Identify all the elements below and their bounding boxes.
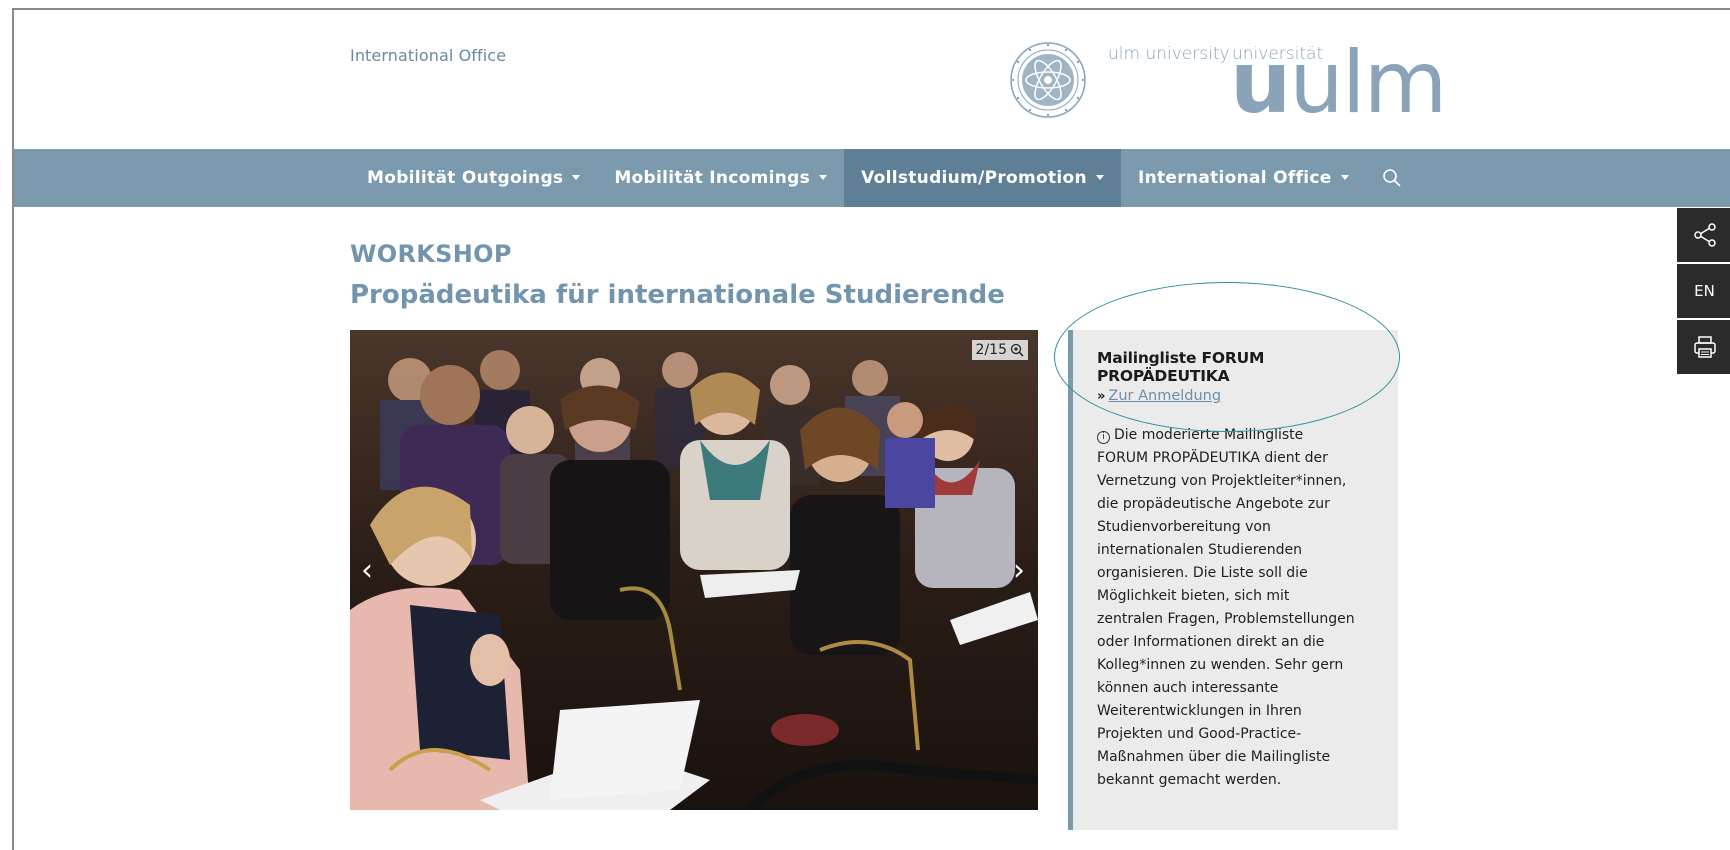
infobox-description: i Die moderierte Mailingliste FORUM PROPÄ…	[1097, 424, 1357, 792]
infobox-title: Mailingliste FORUM PROPÄDEUTIKA	[1097, 349, 1265, 385]
caret-down-icon	[1340, 174, 1349, 180]
slide-counter-text: 2/15	[975, 342, 1007, 358]
zoom-in-icon	[1010, 343, 1024, 357]
print-icon	[1693, 336, 1716, 358]
share-button[interactable]	[1677, 208, 1730, 264]
info-icon: i	[1097, 431, 1110, 444]
infobox-link-row: » Zur Anmeldung	[1097, 388, 1221, 404]
search-icon	[1382, 169, 1401, 187]
slider-next-button[interactable]: ›	[1004, 552, 1034, 588]
caret-down-icon	[1095, 174, 1104, 180]
side-toolbar: EN	[1677, 208, 1730, 376]
share-icon	[1693, 223, 1716, 247]
double-chevron-right-icon: »	[1097, 388, 1106, 404]
print-button[interactable]	[1677, 320, 1730, 376]
workshop-photo	[350, 330, 1038, 810]
university-seal-icon	[1010, 42, 1086, 118]
nav-item-label: Mobilität Outgoings	[367, 168, 564, 188]
nav-item-mobilitaet-outgoings[interactable]: Mobilität Outgoings	[350, 149, 597, 207]
chevron-right-icon: ›	[1013, 552, 1025, 588]
logo-mark-rest: ulm	[1289, 33, 1447, 133]
nav-item-international-office[interactable]: International Office	[1121, 149, 1366, 207]
mailinglist-infobox: Mailingliste FORUM PROPÄDEUTIKA » Zur An…	[1068, 330, 1398, 830]
international-office-link[interactable]: International Office	[350, 46, 506, 65]
caret-down-icon	[572, 174, 581, 180]
nav-item-vollstudium-promotion[interactable]: Vollstudium/Promotion	[844, 149, 1121, 207]
image-slider[interactable]: 2/15 ‹ ›	[350, 330, 1038, 810]
page-title: Propädeutika für internationale Studiere…	[350, 280, 1005, 310]
browser-page: International Office ulm university univ…	[12, 8, 1730, 850]
slide-counter[interactable]: 2/15	[971, 340, 1028, 360]
nav-item-label: Vollstudium/Promotion	[861, 168, 1087, 188]
search-button[interactable]	[1370, 149, 1414, 207]
register-link[interactable]: Zur Anmeldung	[1108, 388, 1221, 404]
main-navigation: Mobilität Outgoings Mobilität Incomings …	[14, 149, 1730, 207]
uulm-logo[interactable]: uulm	[1230, 38, 1447, 128]
caret-down-icon	[819, 174, 828, 180]
nav-item-mobilitaet-incomings[interactable]: Mobilität Incomings	[597, 149, 844, 207]
language-switch-button[interactable]: EN	[1677, 264, 1730, 320]
nav-item-label: Mobilität Incomings	[614, 168, 811, 188]
nav-item-label: International Office	[1137, 168, 1332, 188]
chevron-left-icon: ‹	[361, 552, 373, 588]
logo-mark-bold: u	[1230, 33, 1291, 133]
logo-text-english: ulm university	[1108, 44, 1230, 64]
slider-prev-button[interactable]: ‹	[352, 552, 382, 588]
page-kicker: WORKSHOP	[350, 240, 512, 268]
infobox-text: Die moderierte Mailingliste FORUM PROPÄD…	[1097, 427, 1355, 788]
